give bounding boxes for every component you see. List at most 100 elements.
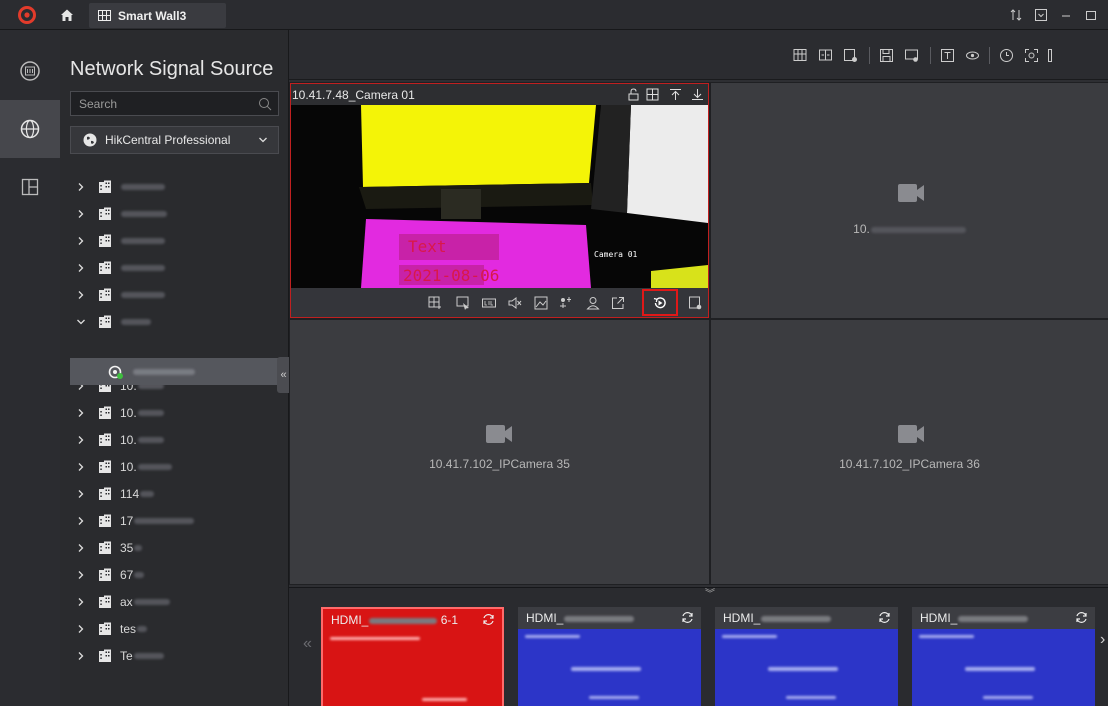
chevron-right-icon[interactable]	[76, 624, 86, 634]
tree-item-device[interactable]	[70, 308, 289, 335]
source-select[interactable]: HikCentral Professional	[70, 126, 279, 154]
chevron-right-icon[interactable]	[76, 236, 86, 246]
chevron-right-icon[interactable]	[76, 263, 86, 273]
chevron-right-icon[interactable]	[76, 462, 86, 472]
tree-item-device[interactable]: tes	[70, 615, 289, 642]
tree-item-device[interactable]: 67	[70, 561, 289, 588]
tree-item-device[interactable]: 10.	[70, 426, 289, 453]
output-header: HDMI_ 6-1	[323, 609, 502, 631]
chevron-right-icon[interactable]	[76, 408, 86, 418]
more-icon[interactable]	[1047, 48, 1062, 63]
output-card[interactable]: HDMI_ 6-1	[321, 607, 504, 706]
output-card[interactable]: HDMI_	[715, 607, 898, 706]
window-settings-icon[interactable]	[688, 296, 702, 310]
toolbar-divider	[869, 47, 870, 64]
chevron-right-icon[interactable]	[76, 543, 86, 553]
wall-window[interactable]: 10.41.7.102_IPCamera 36	[711, 320, 1108, 584]
split-window-icon[interactable]	[646, 88, 659, 101]
chevron-right-icon[interactable]	[76, 570, 86, 580]
scene-icon[interactable]	[904, 48, 919, 63]
bring-to-top-icon[interactable]	[669, 88, 682, 101]
chevron-right-icon[interactable]	[76, 290, 86, 300]
logo-icon[interactable]	[482, 296, 496, 310]
home-icon[interactable]	[60, 8, 74, 22]
tree-item-device[interactable]	[70, 200, 289, 227]
mute-icon[interactable]	[508, 296, 522, 310]
active-window[interactable]: 10.41.7.48_Camera 01 Text 2021-08-06 Cam…	[290, 83, 709, 318]
window-settings-icon[interactable]	[843, 48, 858, 63]
wall-window[interactable]: 10.41.7.102_IPCamera 35	[290, 320, 709, 584]
output-card[interactable]: HDMI_	[518, 607, 701, 706]
person-icon[interactable]	[586, 296, 600, 310]
chevron-down-icon[interactable]	[76, 317, 86, 327]
refresh-icon[interactable]	[482, 613, 495, 626]
refresh-icon[interactable]	[681, 611, 694, 624]
tree-item-device[interactable]: ax	[70, 588, 289, 615]
nav-layout[interactable]	[0, 158, 60, 216]
expand-strip-button[interactable]: ︾	[705, 585, 715, 600]
add-window-icon[interactable]	[428, 296, 442, 310]
scroll-right-button[interactable]: ›	[1100, 631, 1105, 649]
unlock-icon[interactable]	[627, 88, 640, 101]
chevron-right-icon[interactable]	[76, 489, 86, 499]
output-strip: ︾ « › HDMI_ 6-1 HDMI_ HDMI_ HDMI_	[289, 587, 1108, 706]
text-overlay-icon[interactable]	[940, 48, 955, 63]
chevron-right-icon[interactable]	[76, 209, 86, 219]
sort-icon[interactable]	[1009, 8, 1023, 22]
tree-item-device[interactable]: 10.	[70, 453, 289, 480]
wall-window[interactable]: 10.	[711, 83, 1108, 318]
tree-item-device[interactable]: 35	[70, 534, 289, 561]
building-icon	[99, 180, 111, 193]
building-icon	[99, 541, 111, 554]
maximize-icon[interactable]	[1084, 8, 1098, 22]
eye-icon[interactable]	[965, 48, 980, 63]
image-icon[interactable]	[534, 296, 548, 310]
dropdown-menu-icon[interactable]	[1034, 8, 1048, 22]
video-frame	[291, 105, 708, 288]
roaming-window-icon[interactable]	[818, 48, 833, 63]
tree-item-device[interactable]	[70, 281, 289, 308]
select-region-icon[interactable]	[456, 296, 470, 310]
refresh-icon[interactable]	[1075, 611, 1088, 624]
output-label: HDMI_	[526, 611, 564, 625]
output-card[interactable]: HDMI_	[912, 607, 1095, 706]
chevron-right-icon[interactable]	[76, 651, 86, 661]
tree-item-device[interactable]	[70, 254, 289, 281]
osd-camera-name: Camera 01	[594, 250, 638, 259]
video-wall: 10.41.7.48_Camera 01 Text 2021-08-06 Cam…	[289, 82, 1108, 585]
highlight-box	[642, 289, 678, 316]
source-panel: Network Signal Source Search HikCentral …	[60, 30, 333, 706]
building-icon	[99, 568, 111, 581]
window-division-icon[interactable]	[793, 48, 808, 63]
tab-smart-wall[interactable]: Smart Wall3	[89, 3, 226, 28]
nav-network-signal-source[interactable]	[0, 100, 60, 158]
capture-icon[interactable]	[1024, 48, 1039, 63]
chevron-right-icon[interactable]	[76, 516, 86, 526]
tree-item-device[interactable]	[70, 227, 289, 254]
source-select-value: HikCentral Professional	[105, 133, 231, 147]
live-video[interactable]: Text 2021-08-06 Camera 01	[291, 105, 708, 288]
chevron-right-icon[interactable]	[76, 435, 86, 445]
ptz-icon[interactable]	[559, 296, 573, 310]
tree-item-device[interactable]: 17	[70, 507, 289, 534]
chevron-right-icon[interactable]	[76, 597, 86, 607]
tree-item-device[interactable]: Te	[70, 642, 289, 669]
tree-item-label: 114	[120, 486, 140, 501]
building-icon	[99, 315, 111, 328]
tree-item-device[interactable]: 114	[70, 480, 289, 507]
building-icon	[99, 288, 111, 301]
minimize-icon[interactable]	[1059, 8, 1073, 22]
search-input[interactable]: Search	[70, 91, 279, 116]
tree-item-device[interactable]: 10.	[70, 399, 289, 426]
camera-placeholder-icon	[486, 425, 512, 443]
clock-icon[interactable]	[999, 48, 1014, 63]
tree-item-device[interactable]	[70, 173, 289, 200]
refresh-icon[interactable]	[878, 611, 891, 624]
scroll-left-button[interactable]: «	[303, 635, 312, 653]
send-to-bottom-icon[interactable]	[691, 88, 704, 101]
nav-encoding-device[interactable]	[0, 42, 60, 100]
search-icon[interactable]	[258, 97, 272, 111]
chevron-right-icon[interactable]	[76, 182, 86, 192]
save-icon[interactable]	[879, 48, 894, 63]
open-external-icon[interactable]	[611, 296, 625, 310]
